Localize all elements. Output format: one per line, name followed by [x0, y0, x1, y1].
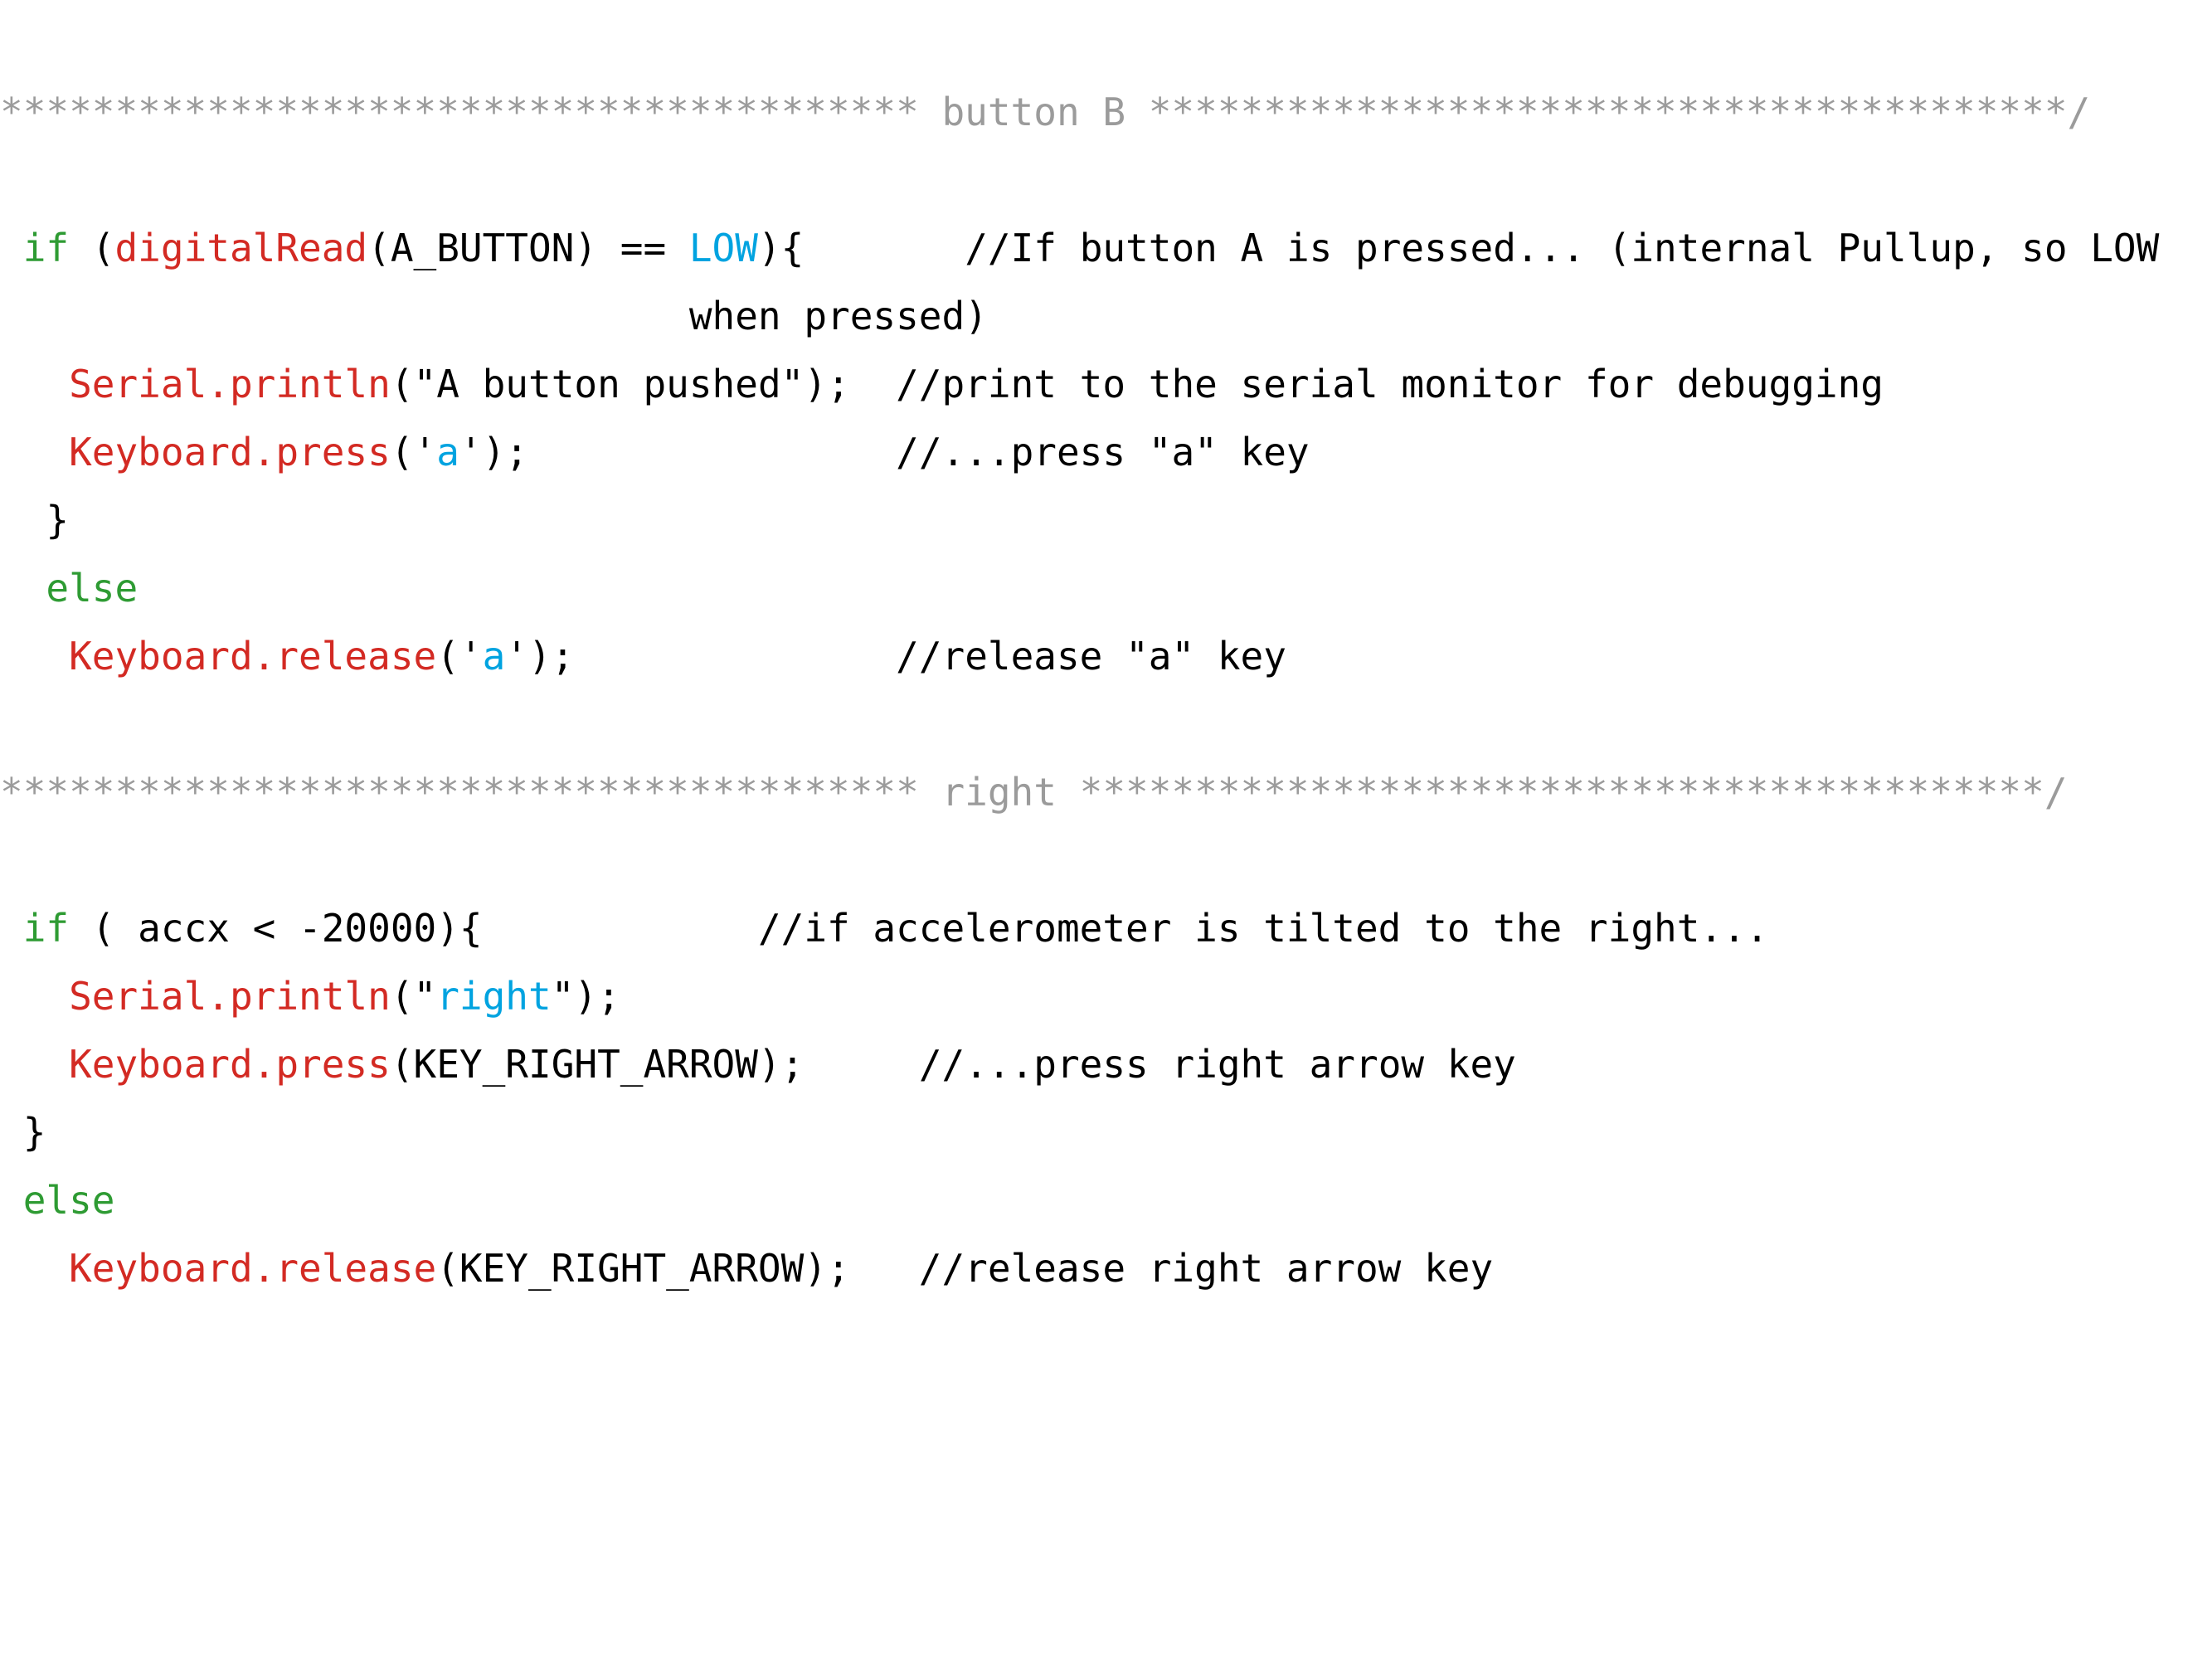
code-line-code-else-1[interactable]: else — [0, 554, 2212, 622]
token-plain: (" — [390, 974, 437, 1019]
token-comment: ****************************************… — [1148, 90, 2091, 134]
code-line-blank-2[interactable] — [0, 690, 2212, 758]
code-line-code-close-brace-1[interactable]: } — [0, 486, 2212, 554]
token-comment: right — [918, 770, 1080, 815]
token-plain: "); — [551, 974, 620, 1019]
token-linecom: //If button A is pressed... (internal Pu… — [965, 226, 2160, 270]
token-comment: **************************************** — [0, 770, 919, 815]
token-plain: '); — [459, 430, 529, 474]
token-keyword: if — [22, 906, 70, 951]
code-line-code-keyboard-release-a[interactable]: Keyboard.release('a'); //release "a" key — [0, 622, 2212, 690]
token-plain: ( — [69, 226, 115, 270]
token-func: Keyboard.press — [69, 430, 391, 474]
token-literal: LOW — [688, 226, 758, 270]
token-plain: } — [0, 498, 70, 542]
token-plain: (A_BUTTON) == — [367, 226, 689, 270]
code-line-blank-1[interactable] — [0, 146, 2212, 214]
token-plain: } — [0, 1110, 46, 1155]
token-plain: ){ — [757, 226, 805, 270]
token-linecom: //print to the serial monitor for debugg… — [896, 362, 1884, 406]
token-linecom: when pressed) — [688, 294, 988, 338]
token-plain: '); — [505, 634, 575, 679]
token-keyword: if — [22, 226, 70, 270]
token-plain: ( accx < -20000){ — [69, 906, 483, 951]
token-comment: ****************************************… — [1079, 770, 2068, 815]
token-func: Keyboard.release — [69, 634, 437, 679]
token-keyword: else — [46, 566, 139, 611]
code-block[interactable]: ****************************************… — [0, 78, 2212, 1302]
token-literal: a — [436, 430, 459, 474]
code-line-code-close-brace-2[interactable]: } — [0, 1098, 2212, 1166]
token-func: Serial.println — [69, 362, 391, 406]
token-linecom: //release right arrow key — [918, 1246, 1494, 1291]
token-linecom: //...press "a" key — [896, 430, 1310, 474]
code-line-banner-right[interactable]: ****************************************… — [0, 758, 2212, 826]
token-plain: ("A button pushed"); — [390, 362, 850, 406]
code-line-code-keyboard-release-right-arrow[interactable]: Keyboard.release(KEY_RIGHT_ARROW); //rel… — [0, 1234, 2212, 1302]
code-line-code-else-2[interactable]: else — [0, 1166, 2212, 1234]
token-literal: right — [436, 974, 552, 1019]
code-listing-surface: ****************************************… — [0, 0, 2212, 1659]
code-line-code-if-accx[interactable]: if ( accx < -20000){ //if accelerometer … — [0, 894, 2212, 962]
token-plain: (' — [390, 430, 437, 474]
code-line-code-serial-println-a[interactable]: Serial.println("A button pushed"); //pri… — [0, 350, 2212, 418]
code-line-banner-button-b[interactable]: ****************************************… — [0, 78, 2212, 146]
code-line-comment-when-pressed[interactable]: when pressed) — [0, 282, 2212, 350]
token-comment: **************************************** — [0, 90, 919, 134]
token-func: Keyboard.press — [69, 1042, 391, 1087]
token-plain: (KEY_RIGHT_ARROW); — [436, 1246, 850, 1291]
code-line-code-keyboard-press-a[interactable]: Keyboard.press('a'); //...press "a" key — [0, 418, 2212, 486]
token-linecom: //...press right arrow key — [918, 1042, 1516, 1087]
token-plain: (' — [436, 634, 483, 679]
code-line-code-keyboard-press-right-arrow[interactable]: Keyboard.press(KEY_RIGHT_ARROW); //...pr… — [0, 1030, 2212, 1098]
token-literal: a — [482, 634, 506, 679]
token-linecom: //if accelerometer is tilted to the righ… — [757, 906, 1769, 951]
code-line-code-serial-println-right[interactable]: Serial.println("right"); — [0, 962, 2212, 1030]
token-plain: (KEY_RIGHT_ARROW); — [390, 1042, 805, 1087]
token-comment: button B — [918, 90, 1149, 134]
code-line-code-if-digitalread[interactable]: if (digitalRead(A_BUTTON) == LOW){ //If … — [0, 214, 2212, 282]
token-func: digitalRead — [114, 226, 368, 270]
token-linecom: //release "a" key — [896, 634, 1286, 679]
token-func: Keyboard.release — [69, 1246, 437, 1291]
token-func: Serial.println — [69, 974, 391, 1019]
token-keyword: else — [22, 1178, 115, 1223]
code-line-blank-3[interactable] — [0, 826, 2212, 894]
